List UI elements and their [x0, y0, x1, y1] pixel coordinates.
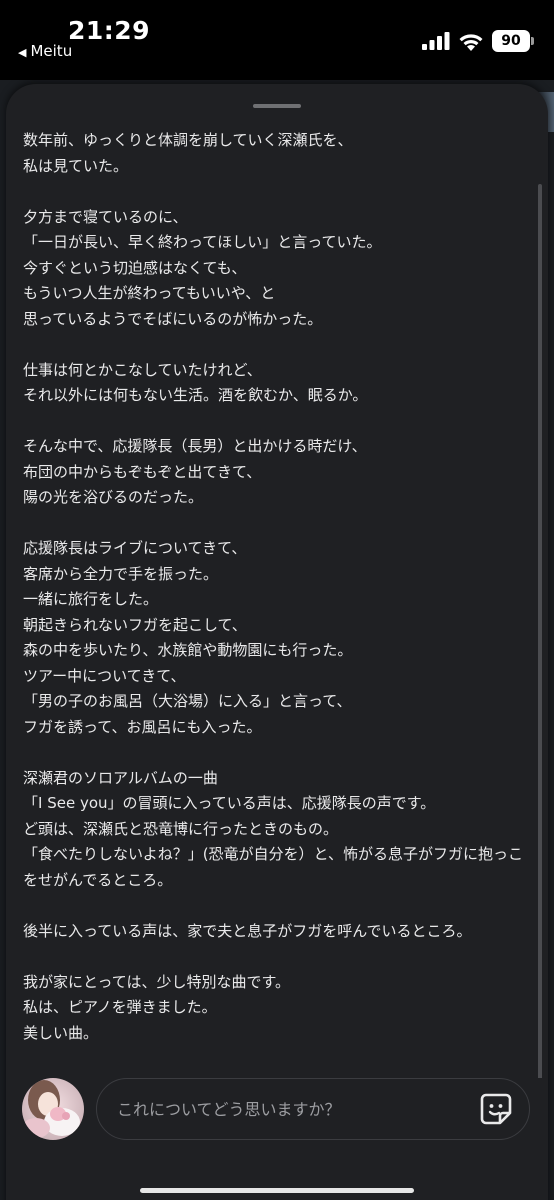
- sheet-grabber-handle[interactable]: [253, 104, 301, 108]
- status-bar: 21:29 ◀ Meitu 90: [0, 0, 554, 80]
- post-body-text: 数年前、ゆっくりと体調を崩していく深瀬氏を、 私は見ていた。 夕方まで寝ているの…: [23, 131, 523, 1042]
- signal-icon: [422, 32, 450, 50]
- post-detail-sheet: 数年前、ゆっくりと体調を崩していく深瀬氏を、 私は見ていた。 夕方まで寝ているの…: [6, 84, 548, 1200]
- sticker-button[interactable]: [478, 1091, 514, 1127]
- avatar[interactable]: [22, 1078, 84, 1140]
- battery-level: 90: [501, 33, 521, 49]
- status-icons: 90: [422, 30, 534, 52]
- back-to-app-link[interactable]: ◀ Meitu: [18, 42, 72, 60]
- scrollbar[interactable]: [538, 184, 542, 1128]
- back-arrow-icon: ◀: [18, 46, 27, 59]
- clock: 21:29: [68, 16, 151, 45]
- home-indicator[interactable]: [140, 1188, 414, 1193]
- wifi-icon: [459, 33, 483, 51]
- sticker-icon: [480, 1093, 512, 1125]
- battery-icon: 90: [492, 30, 534, 52]
- avatar-image: [22, 1078, 84, 1140]
- back-app-label: Meitu: [30, 42, 73, 60]
- comment-bar: [6, 1078, 548, 1200]
- screen: 21:29 ◀ Meitu 90 数年前、ゆっくりと体調を崩していく深瀬氏を、 …: [0, 0, 554, 1200]
- comment-input[interactable]: [96, 1078, 530, 1140]
